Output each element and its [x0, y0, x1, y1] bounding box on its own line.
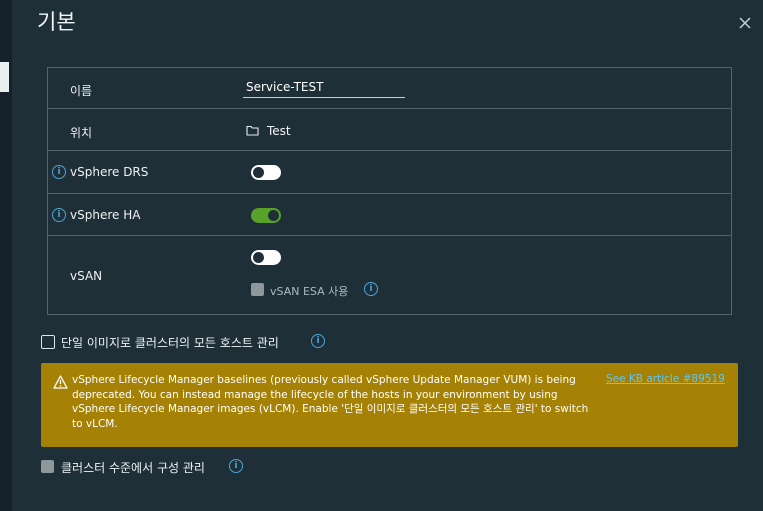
single-image-checkbox[interactable]: [41, 335, 55, 349]
name-row: 이름 Service-TEST: [48, 68, 731, 109]
settings-grid: 이름 Service-TEST 위치 Test i vSphere DRS i …: [47, 67, 732, 315]
vsan-label: vSAN: [70, 269, 103, 283]
deprecation-warning: vSphere Lifecycle Manager baselines (pre…: [41, 363, 738, 447]
info-icon[interactable]: i: [52, 208, 66, 222]
warning-icon: [53, 375, 68, 389]
drs-label-group: i vSphere DRS: [52, 165, 148, 179]
vsan-esa-checkbox[interactable]: [251, 283, 264, 296]
info-icon[interactable]: i: [229, 459, 243, 473]
drs-toggle[interactable]: [251, 165, 281, 180]
single-image-label: 단일 이미지로 클러스터의 모든 호스트 관리: [61, 336, 279, 350]
location-value[interactable]: Test: [267, 124, 291, 138]
location-row: 위치 Test: [48, 109, 731, 151]
background-tab: [0, 62, 9, 92]
kb-article-link[interactable]: See KB article #89519: [606, 373, 725, 385]
drs-label: vSphere DRS: [70, 165, 149, 179]
name-input[interactable]: Service-TEST: [243, 80, 405, 98]
ha-label: vSphere HA: [70, 208, 141, 222]
warning-text: vSphere Lifecycle Manager baselines (pre…: [72, 374, 589, 430]
drs-row: i vSphere DRS: [48, 151, 731, 194]
vsan-row: vSAN vSAN ESA 사용 i: [48, 236, 731, 314]
ha-toggle[interactable]: [251, 208, 281, 223]
ha-label-group: i vSphere HA: [52, 208, 140, 222]
cluster-config-checkbox[interactable]: [41, 460, 54, 473]
vsan-toggle[interactable]: [251, 250, 281, 265]
dialog-title: 기본: [37, 10, 76, 34]
name-label: 이름: [70, 84, 93, 98]
info-icon[interactable]: i: [364, 282, 378, 296]
close-icon[interactable]: [736, 14, 754, 32]
ha-row: i vSphere HA: [48, 194, 731, 236]
vsan-esa-label: vSAN ESA 사용: [270, 285, 349, 298]
basics-dialog: 기본 이름 Service-TEST 위치 Test i vSphere DRS: [12, 0, 763, 511]
cluster-config-label: 클러스터 수준에서 구성 관리: [61, 461, 205, 475]
info-icon[interactable]: i: [52, 165, 66, 179]
folder-icon: [246, 125, 259, 136]
info-icon[interactable]: i: [311, 334, 325, 348]
location-label: 위치: [70, 126, 93, 140]
